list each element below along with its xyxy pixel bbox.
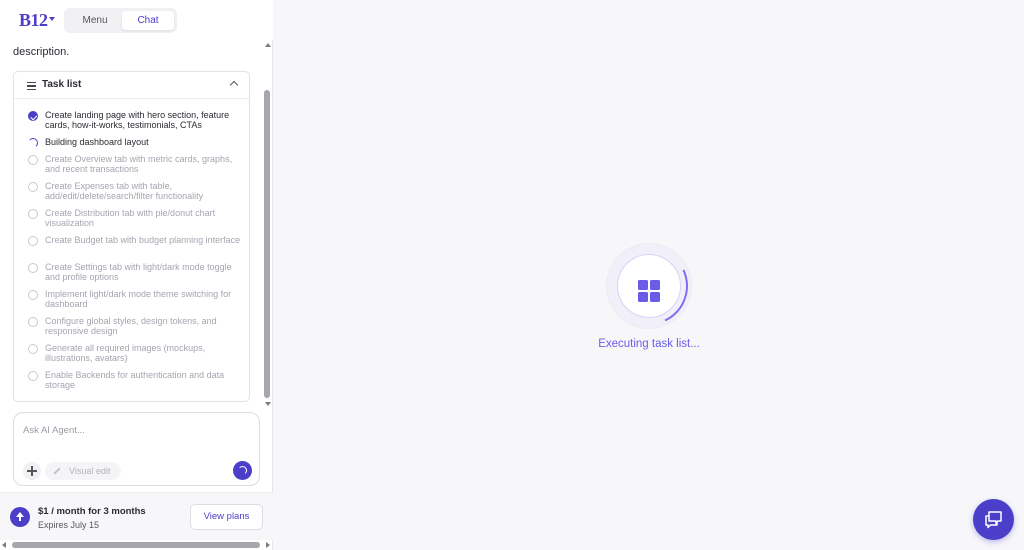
grid-icon [638, 280, 660, 302]
composer: Visual edit [13, 412, 260, 486]
plan-banner: $1 / month for 3 months Expires July 15 … [0, 492, 273, 540]
task-label: Create Budget tab with budget planning i… [45, 235, 241, 245]
task-label: Building dashboard layout [45, 137, 149, 147]
empty-circle-icon [28, 236, 38, 246]
mode-switch: Menu Chat [64, 8, 177, 33]
chat-fab-button[interactable] [973, 499, 1014, 540]
empty-circle-icon [28, 344, 38, 354]
ask-ai-input[interactable] [23, 422, 248, 438]
scroll-right-arrow-icon[interactable] [266, 542, 270, 548]
empty-circle-icon [28, 182, 38, 192]
task-label: Implement light/dark mode theme switchin… [45, 289, 232, 309]
vertical-scrollbar[interactable] [263, 40, 272, 408]
empty-circle-icon [28, 371, 38, 381]
view-plans-button[interactable]: View plans [190, 504, 263, 530]
pencil-icon [53, 467, 61, 475]
empty-circle-icon [28, 263, 38, 273]
tab-menu[interactable]: Menu [68, 11, 122, 30]
task-label: Create Distribution tab with pie/donut c… [45, 208, 216, 228]
task-list-title: Task list [42, 79, 82, 90]
task-label: Create Expenses tab with table, add/edit… [45, 181, 204, 201]
task-label: Enable Backends for authentication and d… [45, 370, 225, 390]
list-icon [27, 82, 36, 90]
left-panel: B12 Menu Chat description. Task list Cre… [0, 0, 273, 550]
scrollbar-thumb[interactable] [264, 90, 270, 398]
task-list-card: Task list Create landing page with hero … [13, 71, 250, 402]
task-list-header[interactable]: Task list [14, 72, 249, 99]
scroll-up-arrow-icon[interactable] [265, 43, 271, 47]
chat-message-text: description. [13, 46, 70, 58]
scroll-left-arrow-icon[interactable] [2, 542, 6, 548]
horizontal-scrollbar-thumb[interactable] [12, 542, 260, 548]
empty-circle-icon [28, 209, 38, 219]
task-label: Create landing page with hero section, f… [45, 110, 230, 130]
chevron-up-icon[interactable] [229, 80, 239, 90]
plan-title: $1 / month for 3 months [38, 506, 146, 517]
visual-edit-button[interactable]: Visual edit [45, 462, 121, 480]
empty-circle-icon [28, 317, 38, 327]
task-label: Configure global styles, design tokens, … [45, 316, 217, 336]
spinner-icon [28, 138, 38, 148]
task-label: Create Overview tab with metric cards, g… [45, 154, 233, 174]
logo-chevron-down-icon[interactable] [49, 17, 55, 21]
empty-circle-icon [28, 290, 38, 300]
horizontal-scrollbar[interactable] [0, 540, 273, 550]
task-label: Create Settings tab with light/dark mode… [45, 262, 232, 282]
chat-bubbles-icon [985, 511, 1002, 529]
visual-edit-label: Visual edit [69, 466, 111, 476]
send-button[interactable] [233, 461, 252, 480]
check-circle-icon [28, 111, 38, 121]
plan-expiry: Expires July 15 [38, 520, 100, 530]
top-bar: B12 Menu Chat [0, 0, 273, 40]
tab-chat[interactable]: Chat [122, 11, 174, 30]
empty-circle-icon [28, 155, 38, 165]
upload-arrow-icon [10, 507, 30, 527]
logo[interactable]: B12 [19, 10, 48, 31]
scroll-down-arrow-icon[interactable] [265, 402, 271, 406]
add-button[interactable] [23, 462, 41, 480]
status-text: Executing task list... [598, 338, 700, 350]
chat-scroll-area[interactable]: description. Task list Create landing pa… [0, 40, 273, 408]
task-label: Generate all required images (mockups, i… [45, 343, 206, 363]
